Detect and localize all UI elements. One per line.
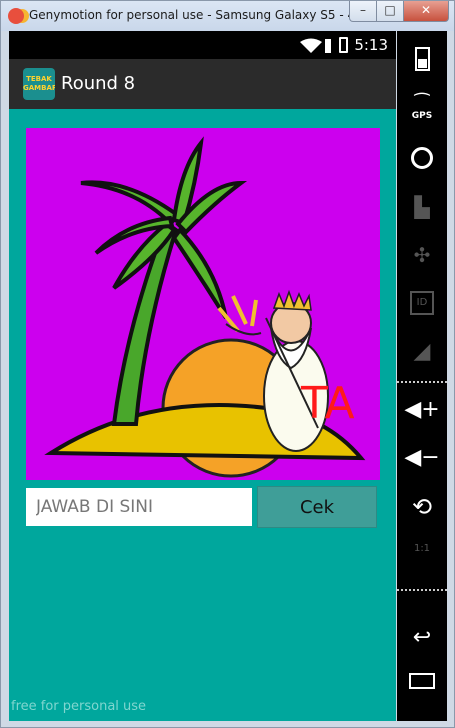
minimize-icon: –	[360, 3, 366, 17]
recent-apps-icon	[409, 673, 435, 689]
puzzle-image: TA	[26, 128, 380, 480]
scale-button[interactable]: 1:1	[397, 543, 447, 554]
webcam-widget-button[interactable]	[397, 147, 447, 169]
close-button[interactable]: ✕	[403, 1, 449, 22]
footer-watermark: free for personal use	[11, 699, 147, 714]
logo-text-line1: TEBAK	[26, 75, 52, 83]
capture-widget-button[interactable]: ▙	[397, 195, 447, 219]
app-logo[interactable]: TEBAK GAMBAR	[23, 68, 55, 100]
status-time: 5:13	[354, 36, 388, 54]
back-button[interactable]: ↩	[397, 625, 447, 650]
battery-widget-button[interactable]	[397, 47, 447, 71]
back-icon: ↩	[412, 625, 432, 650]
title-bar[interactable]: Genymotion for personal use - Samsung Ga…	[1, 1, 454, 31]
wifi-icon	[300, 38, 322, 53]
rotate-button[interactable]: ⟲	[397, 493, 447, 521]
logo-text-line2: GAMBAR	[23, 84, 55, 92]
volume-down-icon: ◀−	[404, 445, 440, 470]
volume-up-button[interactable]: ◀+	[397, 397, 447, 422]
recent-apps-button[interactable]	[397, 673, 447, 689]
close-icon: ✕	[420, 3, 432, 17]
palm-leaves	[80, 136, 248, 320]
genymotion-side-panel: ⁀ GPS ▙ ✣ ID ◢ ◀+ ◀− ⟲ 1:1 ↩	[397, 31, 447, 721]
panel-separator	[397, 589, 447, 591]
check-button[interactable]: Cek	[257, 486, 377, 528]
id-icon: ID	[410, 291, 434, 315]
window-title: Genymotion for personal use - Samsung Ga…	[29, 8, 349, 22]
genymotion-icon	[8, 8, 24, 24]
answer-input[interactable]	[26, 488, 252, 526]
battery-icon	[339, 37, 348, 53]
puzzle-overlay-text: TA	[300, 378, 355, 429]
maximize-button[interactable]: □	[376, 1, 404, 22]
gps-widget-button[interactable]: ⁀ GPS	[397, 93, 447, 122]
action-bar: TEBAK GAMBAR Round 8	[9, 59, 396, 109]
cast-icon: ◢	[413, 339, 431, 364]
status-bar: 5:13	[9, 31, 396, 59]
battery-icon	[414, 47, 430, 71]
webcam-icon	[411, 147, 433, 169]
id-widget-button[interactable]: ID	[397, 291, 447, 315]
scale-icon: 1:1	[413, 543, 431, 554]
gps-label: GPS	[411, 111, 433, 121]
volume-up-icon: ◀+	[404, 397, 440, 422]
android-screen: 5:13 TEBAK GAMBAR Round 8 TA JAWAB DI SI…	[9, 31, 396, 721]
clapper-icon: ▙	[414, 195, 430, 219]
signal-icon	[325, 39, 331, 53]
move-widget-button[interactable]: ✣	[397, 243, 447, 267]
page-title: Round 8	[61, 73, 136, 94]
panel-separator	[397, 381, 447, 383]
minimize-button[interactable]: –	[349, 1, 377, 22]
move-icon: ✣	[413, 243, 431, 267]
rotate-icon: ⟲	[411, 493, 433, 521]
genymotion-window: Genymotion for personal use - Samsung Ga…	[0, 0, 455, 728]
volume-down-button[interactable]: ◀−	[397, 445, 447, 470]
maximize-icon: □	[384, 3, 396, 17]
puzzle-illustration: TA	[44, 136, 366, 478]
cast-widget-button[interactable]: ◢	[397, 339, 447, 364]
gps-icon: ⁀	[414, 93, 430, 114]
